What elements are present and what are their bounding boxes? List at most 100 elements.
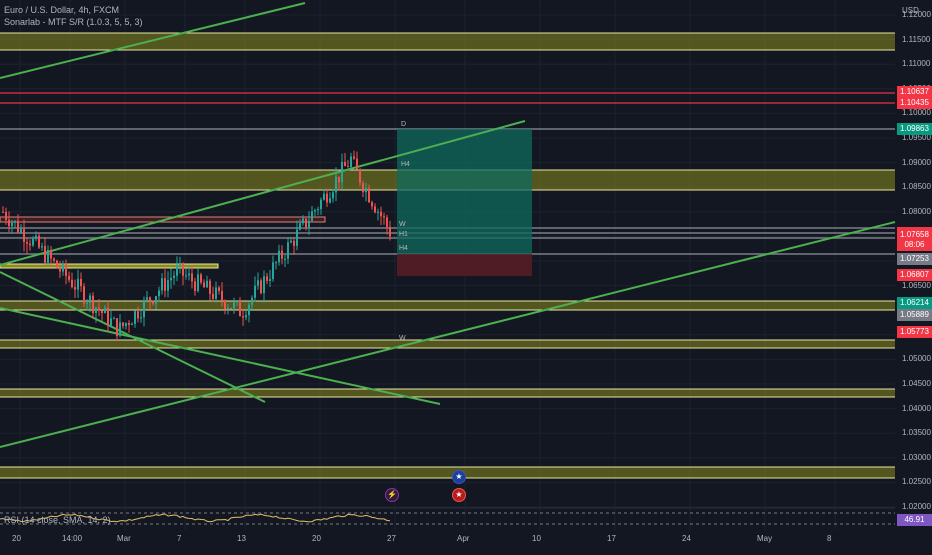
candle-body — [335, 176, 337, 193]
candle-body — [224, 300, 226, 310]
candle-body — [287, 242, 289, 259]
candle-body — [23, 228, 25, 243]
candle-body — [341, 161, 343, 183]
time-tick: 8 — [827, 534, 832, 543]
candle-body — [158, 290, 160, 297]
candle-body — [2, 211, 4, 213]
candle-body — [272, 262, 274, 280]
candle-body — [296, 229, 298, 246]
candle-body — [62, 263, 64, 272]
candle-body — [74, 287, 76, 290]
candle-body — [146, 297, 148, 300]
sr-small-box — [0, 263, 219, 269]
candle-body — [50, 250, 52, 259]
candle-body — [317, 208, 319, 211]
eu-flag-icon[interactable]: ★ — [452, 470, 466, 484]
candle-body — [365, 188, 367, 193]
candle-body — [251, 297, 253, 305]
candle-body — [221, 290, 223, 301]
candle-body — [356, 158, 358, 170]
candle-body — [347, 166, 349, 168]
candle-body — [113, 318, 115, 320]
time-tick: 17 — [607, 534, 616, 543]
candle-body — [191, 273, 193, 282]
label-d: D — [401, 121, 406, 128]
candle-body — [389, 226, 391, 237]
candle-body — [245, 315, 247, 318]
candle-body — [71, 279, 73, 288]
candle-body — [353, 156, 355, 159]
time-tick: 7 — [177, 534, 182, 543]
sr-zone — [0, 33, 895, 50]
candle-body — [98, 307, 100, 311]
candle-body — [134, 311, 136, 324]
us-flag-icon[interactable]: ★ — [452, 488, 466, 502]
time-tick: 20 — [312, 534, 321, 543]
candle-body — [185, 275, 187, 277]
candle-body — [59, 267, 61, 272]
candle-body — [233, 302, 235, 309]
price-badge: 1.05889 — [897, 309, 932, 321]
candle-body — [350, 156, 352, 168]
price-badge: 1.10435 — [897, 97, 932, 109]
candle-body — [254, 285, 256, 298]
candle-body — [218, 287, 220, 291]
candle-body — [176, 265, 178, 276]
candle-body — [104, 307, 106, 314]
price-tick: 1.03500 — [902, 428, 931, 438]
rsi-badge: 46.91 — [897, 514, 932, 526]
candle-body — [239, 301, 241, 317]
price-tick: 1.04500 — [902, 379, 931, 388]
candle-body — [32, 238, 34, 246]
candle-body — [131, 323, 133, 326]
candle-body — [320, 199, 322, 209]
candle-body — [143, 299, 145, 318]
candle-body — [260, 280, 262, 294]
candle-body — [125, 323, 127, 327]
price-badge: 1.05773 — [897, 326, 932, 338]
candle-body — [83, 286, 85, 304]
time-tick: 13 — [237, 534, 246, 543]
candle-body — [236, 301, 238, 303]
candle-body — [164, 278, 166, 291]
candle-body — [80, 278, 82, 287]
candle-body — [149, 297, 151, 302]
candle-body — [11, 222, 13, 227]
candle-body — [173, 275, 175, 278]
chart-canvas[interactable]: D H4 W H1 H4 W — [0, 0, 932, 550]
time-tick: 20 — [12, 534, 21, 543]
candle-body — [362, 183, 364, 193]
candle-body — [155, 296, 157, 304]
time-tick: 10 — [532, 534, 541, 543]
candle-body — [323, 193, 325, 200]
candle-body — [209, 280, 211, 294]
candle-body — [122, 322, 124, 327]
candle-body — [5, 211, 7, 220]
candle-body — [332, 192, 334, 199]
sr-zone — [0, 389, 895, 397]
candle-body — [212, 293, 214, 299]
candle-body — [167, 280, 169, 291]
candle-body — [38, 235, 40, 248]
candle-body — [281, 250, 283, 259]
sr-zone — [0, 467, 895, 478]
label-h4: H4 — [401, 161, 410, 168]
chart-area[interactable]: D H4 W H1 H4 W Euro / U.S. Dollar, 4h, FXCM S… — [0, 0, 932, 550]
candle-body — [386, 217, 388, 227]
candle-body — [308, 220, 310, 228]
price-tick: 1.12000 — [902, 10, 931, 19]
label-h4-b: H4 — [399, 245, 408, 252]
candle-body — [338, 176, 340, 183]
price-tick: 1.05000 — [902, 354, 931, 364]
candle-body — [152, 301, 154, 304]
time-tick: Mar — [117, 534, 131, 543]
candle-body — [41, 246, 43, 248]
candle-body — [17, 220, 19, 233]
price-tick: 1.09000 — [902, 157, 931, 167]
price-tick: 1.03000 — [902, 452, 931, 462]
lightning-icon[interactable]: ⚡ — [385, 488, 399, 502]
candle-body — [299, 223, 301, 230]
price-tick: 1.08500 — [902, 182, 931, 192]
candle-body — [326, 193, 328, 203]
stop-zone — [397, 254, 532, 276]
